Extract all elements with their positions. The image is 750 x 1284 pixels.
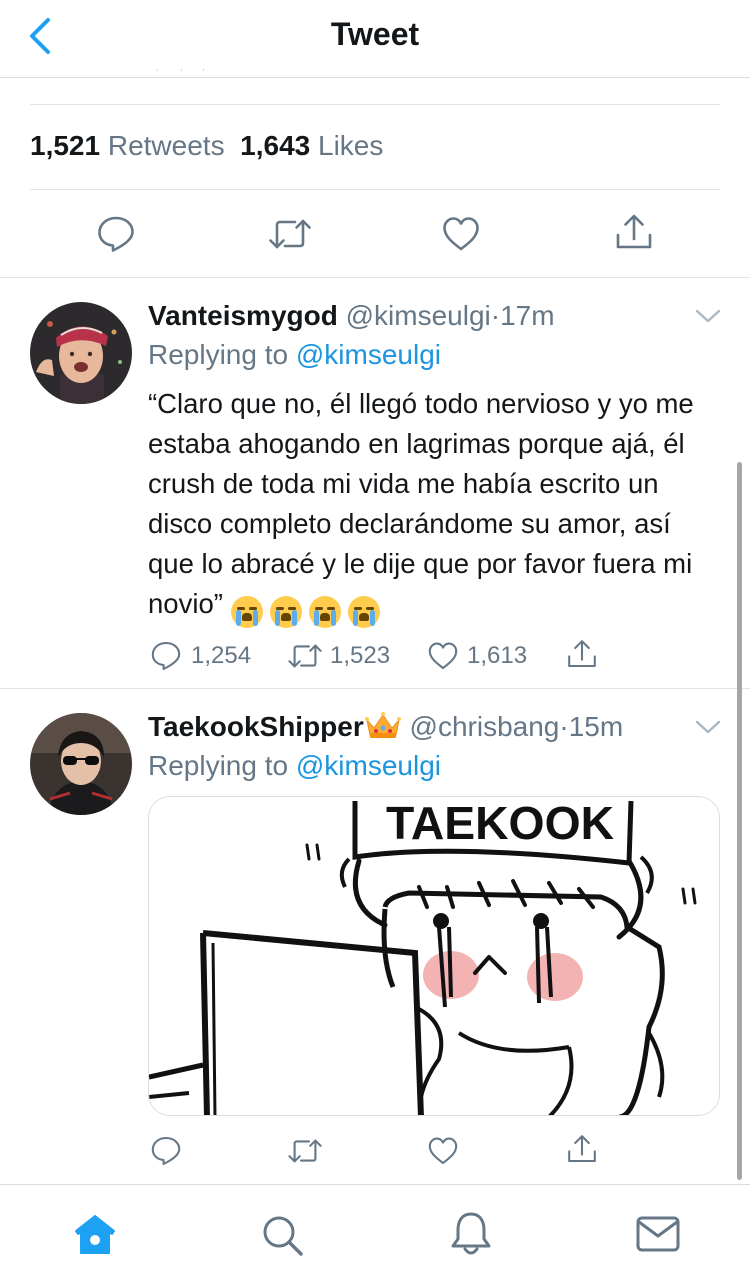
replying-to-mention[interactable]: @kimseulgi — [296, 750, 441, 781]
loudly-crying-face-icon — [308, 595, 341, 628]
retweet-count: 1,523 — [330, 642, 391, 669]
chevron-down-icon[interactable] — [694, 718, 722, 736]
bottom-tab-bar — [0, 1184, 750, 1284]
timestamp: 17m — [500, 300, 555, 331]
handle[interactable]: @kimseulgi — [346, 300, 491, 331]
like-icon[interactable] — [441, 214, 481, 254]
like-count: 1,613 — [467, 642, 528, 669]
chevron-down-icon[interactable] — [694, 307, 722, 325]
reply-icon[interactable] — [96, 213, 136, 253]
crying-emoji-group — [230, 590, 387, 630]
like-icon[interactable] — [427, 640, 459, 672]
replying-to: Replying to @kimseulgi — [148, 750, 441, 782]
tweet-text: “Claro que no, él llegó todo nervioso y … — [148, 384, 718, 630]
retweets-label[interactable]: Retweets — [108, 130, 225, 161]
display-name[interactable]: TaekookShipper — [148, 711, 364, 742]
divider — [0, 277, 750, 278]
retweet-icon[interactable] — [268, 214, 312, 254]
share-icon[interactable] — [566, 1133, 598, 1165]
reply-icon[interactable] — [150, 1134, 182, 1166]
replying-to-label: Replying to — [148, 750, 289, 781]
replying-to-mention[interactable]: @kimseulgi — [296, 339, 441, 370]
search-icon[interactable] — [260, 1213, 304, 1257]
avatar[interactable] — [30, 713, 132, 815]
loudly-crying-face-icon — [230, 595, 263, 628]
media-image[interactable]: TAEKOOK — [148, 796, 720, 1116]
scrollbar[interactable] — [737, 462, 742, 1180]
divider — [0, 688, 750, 689]
display-name[interactable]: Vanteismygod — [148, 300, 338, 331]
reply-icon[interactable] — [150, 639, 182, 671]
crown-icon — [364, 712, 401, 738]
top-nav-bar: Tweet — [0, 0, 750, 78]
notifications-icon[interactable] — [449, 1211, 493, 1257]
tweet-body: “Claro que no, él llegó todo nervioso y … — [148, 388, 694, 619]
share-icon[interactable] — [614, 212, 654, 252]
scrolled-content-remnant: ‚,, — [156, 66, 205, 73]
replying-to: Replying to @kimseulgi — [148, 339, 441, 371]
separator-dot: · — [559, 711, 569, 742]
reply-header: Vanteismygod @kimseulgi·17m — [148, 300, 555, 332]
retweets-count[interactable]: 1,521 — [30, 130, 100, 161]
separator-dot: · — [490, 300, 501, 331]
reply-count: 1,254 — [191, 642, 252, 669]
messages-icon[interactable] — [636, 1215, 680, 1253]
like-icon[interactable] — [427, 1135, 459, 1167]
likes-label[interactable]: Likes — [318, 130, 383, 161]
retweet-icon[interactable] — [287, 640, 323, 672]
divider — [30, 104, 720, 105]
loudly-crying-face-icon — [347, 595, 380, 628]
divider — [30, 189, 720, 190]
replying-to-label: Replying to — [148, 339, 289, 370]
media-caption: TAEKOOK — [386, 797, 614, 849]
page-title: Tweet — [330, 16, 420, 52]
loudly-crying-face-icon — [269, 595, 302, 628]
share-icon[interactable] — [566, 638, 598, 670]
handle[interactable]: @chrisbang — [410, 711, 560, 742]
avatar[interactable] — [30, 302, 132, 404]
retweet-icon[interactable] — [287, 1135, 323, 1167]
reply-header: TaekookShipper @chrisbang·15m — [148, 710, 623, 743]
timestamp: 15m — [568, 711, 624, 742]
home-icon[interactable] — [73, 1213, 117, 1257]
tweet-stats: 1,521 Retweets 1,643 Likes — [30, 130, 383, 162]
likes-count[interactable]: 1,643 — [240, 130, 310, 161]
